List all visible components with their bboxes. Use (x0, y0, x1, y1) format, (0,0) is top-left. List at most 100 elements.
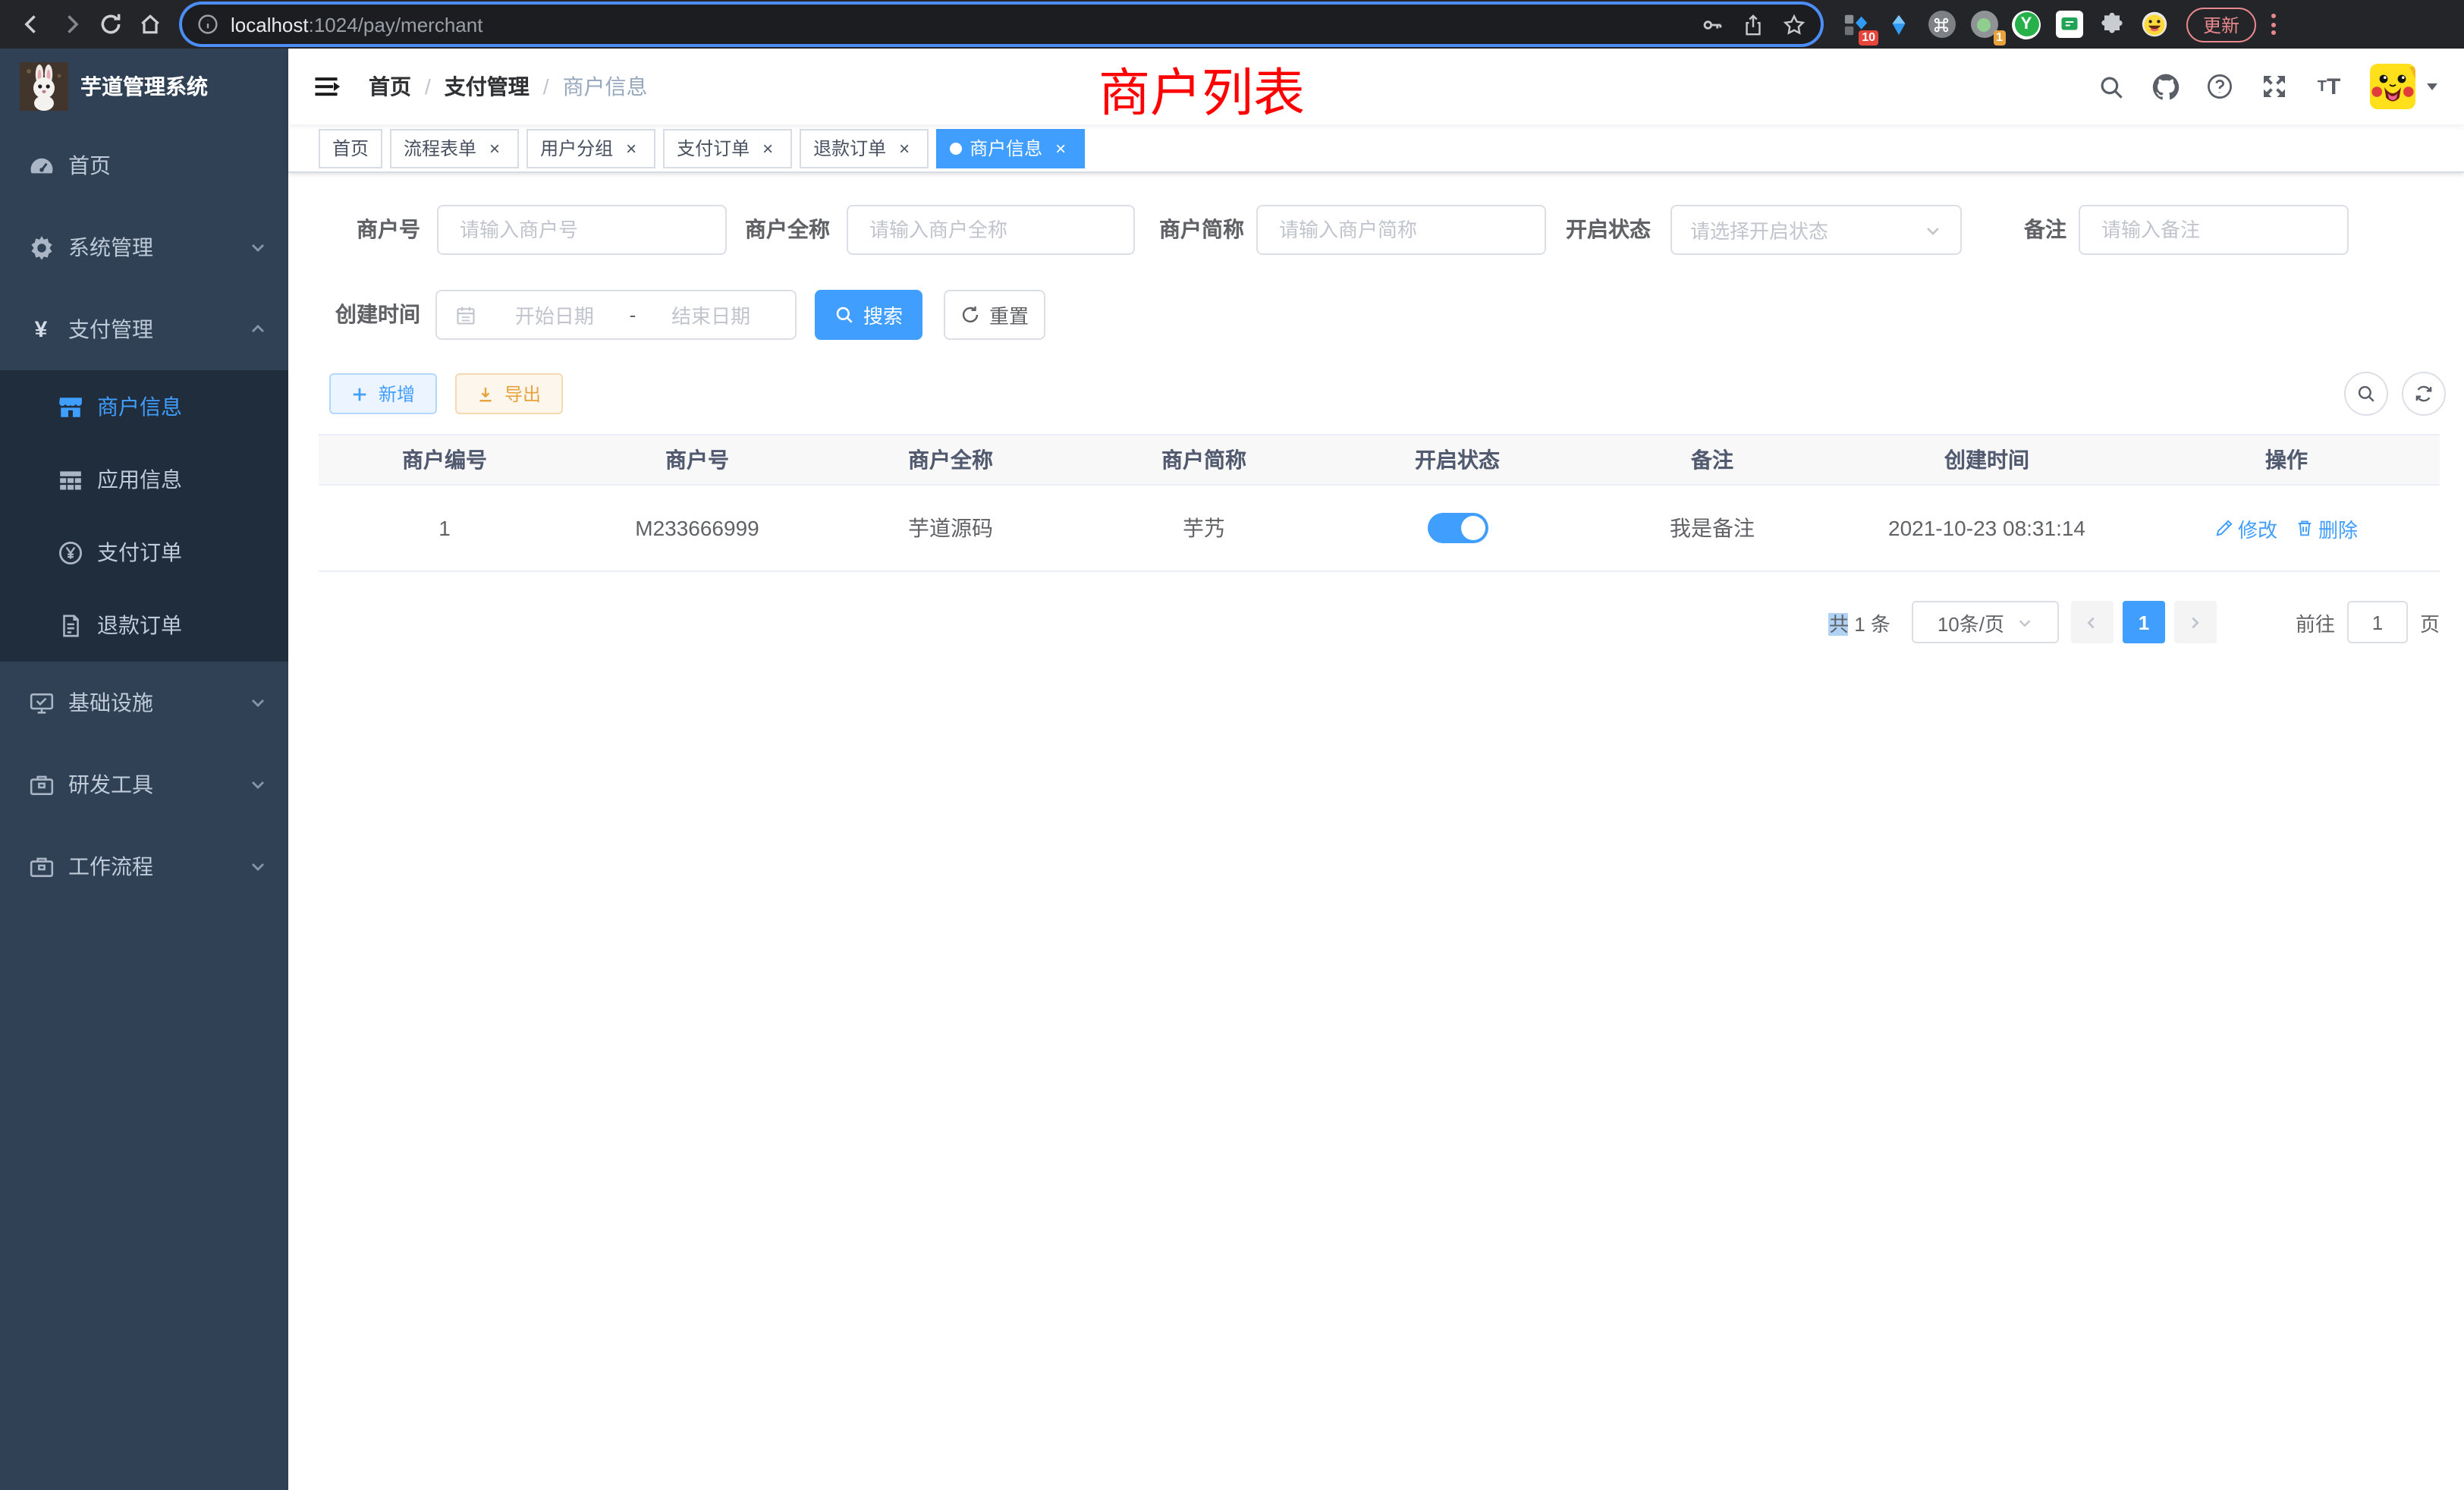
breadcrumb-payment[interactable]: 支付管理 (445, 71, 530, 102)
main-area: 首页 / 支付管理 / 商户信息 TT (288, 49, 2464, 1490)
start-date-placeholder: 开始日期 (489, 300, 621, 329)
chevron-down-icon (249, 693, 267, 712)
breadcrumb-home[interactable]: 首页 (369, 71, 411, 102)
merchant-no-input[interactable] (437, 205, 727, 255)
filter-label-create-time: 创建时间 (328, 290, 420, 340)
github-icon[interactable] (2142, 64, 2188, 109)
table-refresh-icon[interactable] (2402, 372, 2446, 416)
screen: localhost:1024/pay/merchant 10 (0, 0, 2464, 1490)
close-icon[interactable]: × (894, 137, 915, 159)
pagination: 共 1 条 10条/页 1 前往 页 (1829, 601, 2440, 643)
close-icon[interactable]: × (757, 137, 778, 159)
table-search-toggle-icon[interactable] (2344, 372, 2388, 416)
goto-page-input[interactable] (2347, 601, 2408, 643)
payment-submenu: 商户信息 应用信息 支付订单 退款订单 (0, 370, 288, 662)
chevron-down-icon (2016, 614, 2033, 630)
tab-home[interactable]: 首页 (319, 128, 382, 168)
pagination-total: 共 1 条 (1829, 608, 1890, 637)
close-icon[interactable]: × (621, 137, 642, 159)
hamburger-icon[interactable] (288, 71, 357, 102)
delete-link[interactable]: 删除 (2296, 514, 2358, 542)
browser-menu-icon[interactable] (2271, 14, 2276, 35)
page-size-select[interactable]: 10条/页 (1912, 601, 2059, 643)
sidebar-item-refund-order[interactable]: 退款订单 (0, 589, 288, 662)
breadcrumb-separator: / (425, 74, 431, 99)
share-icon[interactable] (1742, 13, 1765, 36)
col-full-name: 商户全称 (824, 435, 1077, 484)
address-bar[interactable]: localhost:1024/pay/merchant (182, 5, 1821, 44)
search-button[interactable]: 搜索 (815, 290, 922, 340)
extension-puzzle-icon[interactable] (2097, 10, 2126, 39)
extension-badge: 1 (1993, 30, 2006, 45)
status-select[interactable]: 请选择开启状态 (1670, 205, 1962, 255)
yen-icon: ¥ (27, 318, 55, 341)
page-content: 商户号 商户全称 商户简称 开启状态 请选择开启状态 备注 (288, 173, 2464, 1490)
extension-emoji-icon[interactable] (2139, 10, 2168, 39)
chevron-down-icon (249, 775, 267, 794)
tab-pay-order[interactable]: 支付订单× (663, 128, 792, 168)
extension-y-icon[interactable]: Y (2012, 10, 2041, 39)
extension-recorder-icon[interactable]: 1 (1969, 10, 1998, 39)
status-toggle[interactable] (1427, 513, 1488, 543)
sidebar-item-infrastructure[interactable]: 基础设施 (0, 662, 288, 743)
sidebar-item-dev-tools[interactable]: 研发工具 (0, 743, 288, 825)
bookmark-star-icon[interactable] (1783, 13, 1806, 36)
create-time-range-picker[interactable]: 开始日期 - 结束日期 (435, 290, 797, 340)
short-name-input[interactable] (1256, 205, 1546, 255)
breadcrumb-current: 商户信息 (563, 71, 648, 102)
page-info-icon[interactable] (197, 14, 218, 35)
extension-command-icon[interactable] (1927, 10, 1956, 39)
close-icon[interactable]: × (484, 137, 505, 159)
sidebar-item-workflow[interactable]: 工作流程 (0, 825, 288, 907)
header-search-icon[interactable] (2088, 64, 2133, 109)
browser-reload-icon[interactable] (91, 5, 130, 44)
tab-merchant-info[interactable]: 商户信息× (936, 128, 1085, 168)
add-button[interactable]: 新增 (329, 373, 437, 414)
extension-pin-icon[interactable] (1884, 10, 1913, 39)
sidebar-item-system[interactable]: 系统管理 (0, 206, 288, 288)
col-remark: 备注 (1584, 435, 1840, 484)
cell-remark: 我是备注 (1584, 486, 1840, 571)
next-page-button[interactable] (2174, 601, 2217, 643)
reset-button[interactable]: 重置 (944, 290, 1045, 340)
sidebar-item-pay-order[interactable]: 支付订单 (0, 516, 288, 589)
close-icon[interactable]: × (1050, 137, 1071, 159)
tab-user-group[interactable]: 用户分组× (526, 128, 655, 168)
app-logo[interactable]: 芋道管理系统 (0, 49, 288, 124)
dashboard-icon (27, 152, 55, 178)
full-name-input[interactable] (847, 205, 1135, 255)
calendar-icon (455, 304, 476, 325)
font-size-icon[interactable]: TT (2306, 64, 2352, 109)
extension-tabs-icon[interactable]: 10 (1842, 10, 1871, 39)
extension-notes-icon[interactable] (2054, 10, 2083, 39)
browser-forward-icon[interactable] (52, 5, 91, 44)
active-dot (950, 142, 962, 154)
sidebar-item-merchant-info[interactable]: 商户信息 (0, 370, 288, 443)
prev-page-button[interactable] (2071, 601, 2114, 643)
pagination-jumper: 前往 页 (2296, 601, 2440, 643)
browser-back-icon[interactable] (12, 5, 52, 44)
sidebar-item-app-info[interactable]: 应用信息 (0, 443, 288, 516)
password-key-icon[interactable] (1701, 13, 1724, 36)
sidebar-item-payment[interactable]: ¥ 支付管理 (0, 288, 288, 370)
export-button[interactable]: 导出 (455, 373, 563, 414)
merchant-table: 商户编号 商户号 商户全称 商户简称 开启状态 备注 创建时间 操作 1 M23… (319, 434, 2440, 572)
sidebar-item-label: 系统管理 (68, 232, 153, 262)
tab-process-form[interactable]: 流程表单× (390, 128, 519, 168)
browser-update-button[interactable]: 更新 (2186, 7, 2256, 42)
sidebar-item-home[interactable]: 首页 (0, 124, 288, 206)
fullscreen-icon[interactable] (2252, 64, 2297, 109)
help-icon[interactable] (2197, 64, 2242, 109)
col-merchant-id: 商户编号 (319, 435, 570, 484)
sidebar: 芋道管理系统 首页 系统管理 ¥ 支付管理 (0, 49, 288, 1490)
logo-rabbit-image (20, 62, 68, 111)
page-number-1[interactable]: 1 (2123, 601, 2165, 643)
remark-input[interactable] (2079, 205, 2349, 255)
user-menu[interactable] (2370, 64, 2440, 109)
sidebar-item-label: 支付订单 (97, 537, 182, 567)
tab-refund-order[interactable]: 退款订单× (800, 128, 929, 168)
grid-table-icon (56, 467, 83, 492)
toolbox-icon (27, 772, 55, 797)
browser-home-icon[interactable] (130, 5, 170, 44)
edit-link[interactable]: 修改 (2215, 514, 2277, 542)
